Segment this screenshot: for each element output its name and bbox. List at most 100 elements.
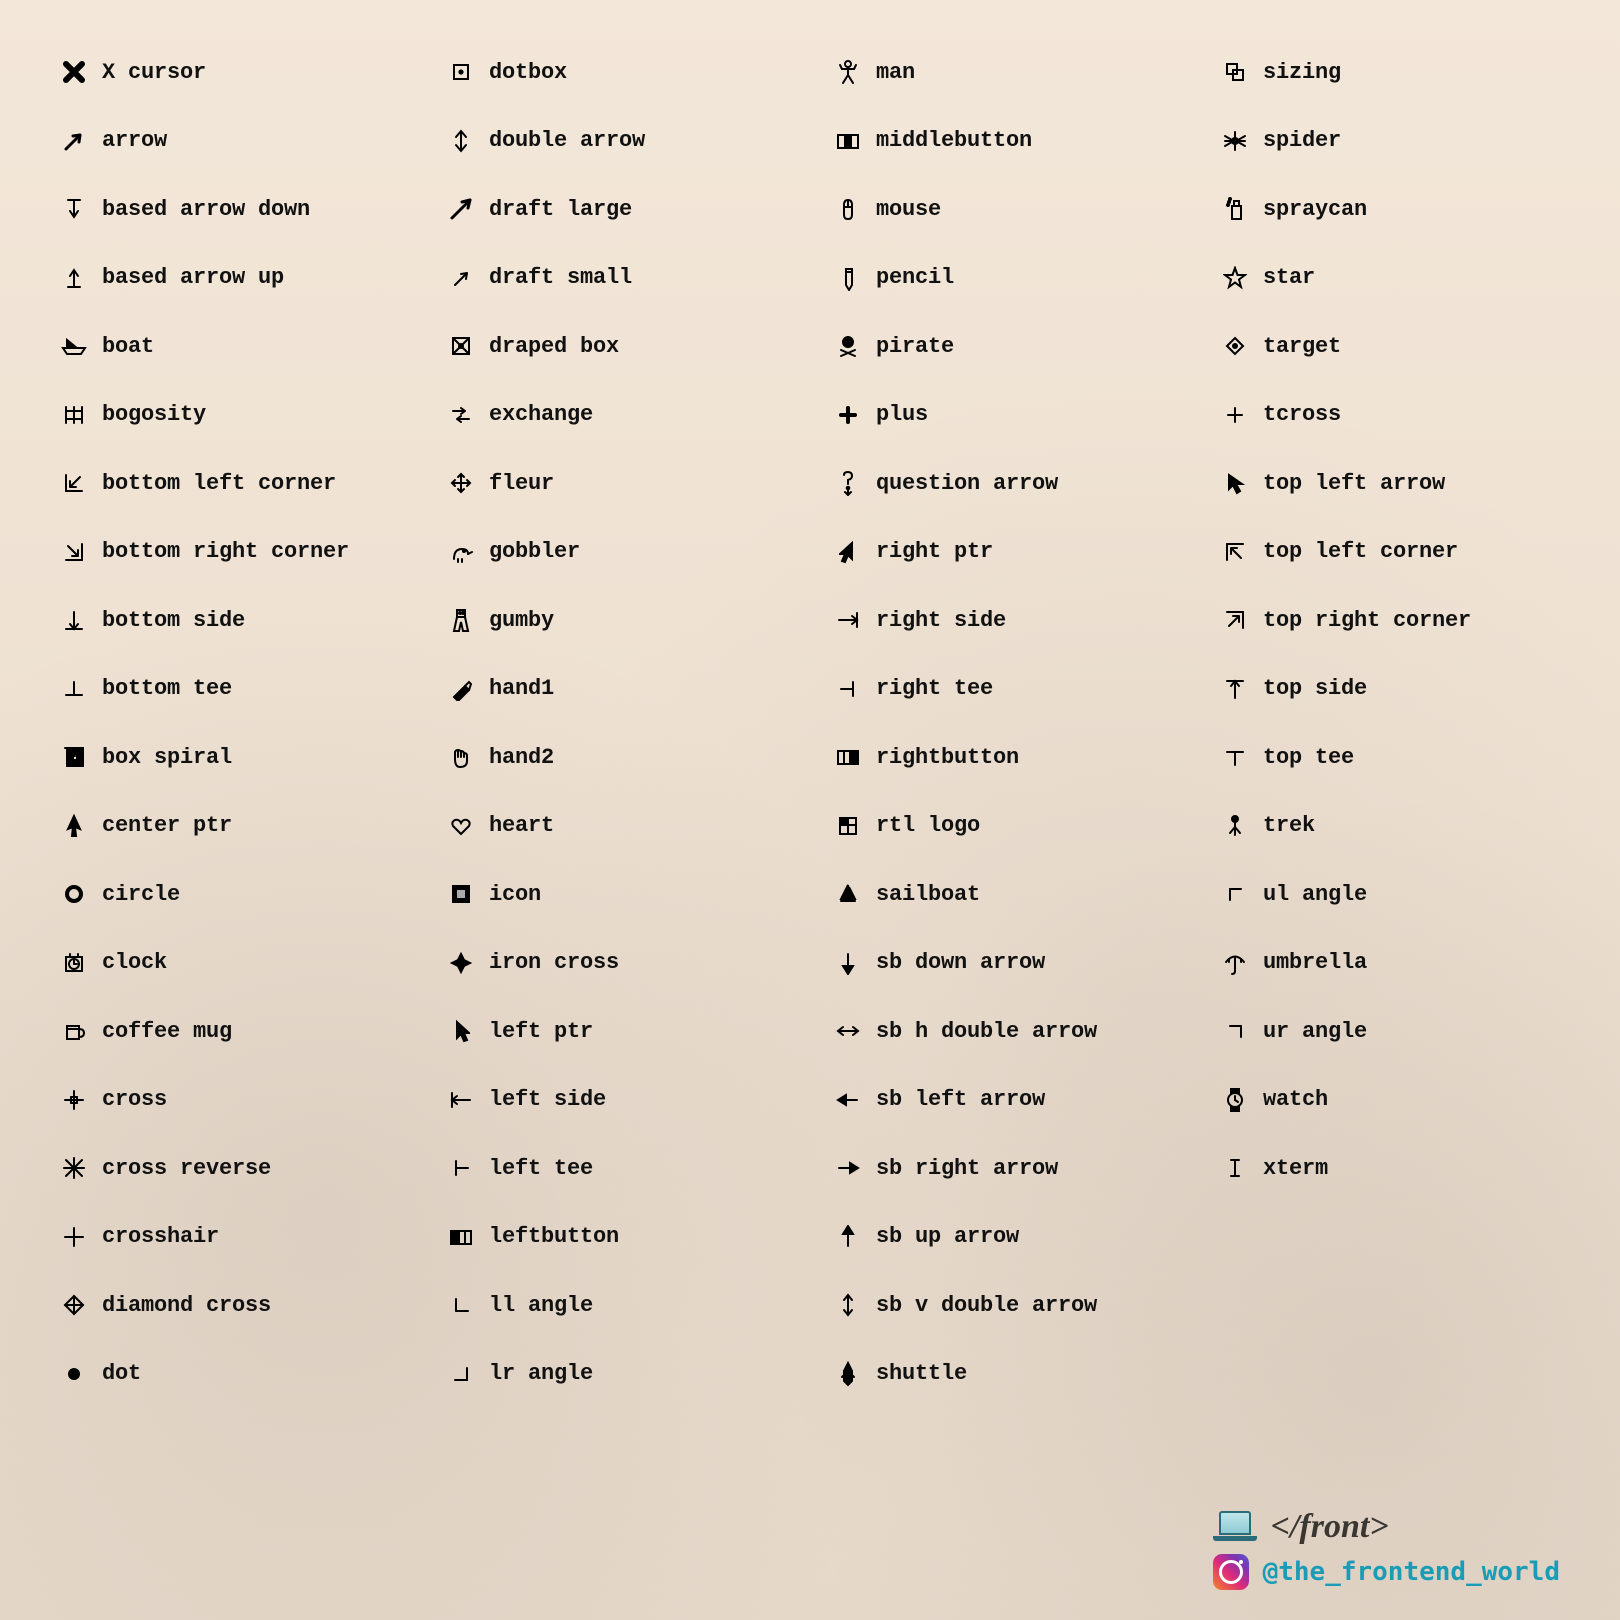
- cursor-label: bottom tee: [102, 676, 232, 701]
- cursor-label: boat: [102, 334, 154, 359]
- diamond-cross-icon: [46, 1293, 102, 1317]
- cursor-row-crosshair: crosshair: [46, 1203, 419, 1272]
- hand1-icon: [433, 677, 489, 701]
- sb-down-arrow-icon: [820, 951, 876, 975]
- lr-angle-icon: [433, 1364, 489, 1384]
- cursor-row-umbrella: umbrella: [1207, 929, 1580, 998]
- cursor-label: bottom right corner: [102, 539, 349, 564]
- cursor-label: man: [876, 60, 915, 85]
- based-arrow-down-icon: [46, 197, 102, 221]
- rtl-logo-icon: [820, 815, 876, 837]
- cursor-label: clock: [102, 950, 167, 975]
- cursor-label: star: [1263, 265, 1315, 290]
- cursor-label: sb left arrow: [876, 1087, 1045, 1112]
- cursor-row-target: target: [1207, 312, 1580, 381]
- cursor-label: spider: [1263, 128, 1341, 153]
- x-cursor-icon: [46, 60, 102, 84]
- right-ptr-icon: [820, 540, 876, 564]
- cursor-row-clock: clock: [46, 929, 419, 998]
- cursor-label: exchange: [489, 402, 593, 427]
- cursor-row-draft-small: draft small: [433, 244, 806, 313]
- cursor-label: top side: [1263, 676, 1367, 701]
- cursor-row-star: star: [1207, 244, 1580, 313]
- cursor-row-bogosity: bogosity: [46, 381, 419, 450]
- cursor-row-sb-up-arrow: sb up arrow: [820, 1203, 1193, 1272]
- gumby-icon: [433, 607, 489, 633]
- cursor-label: iron cross: [489, 950, 619, 975]
- column-4: sizingspiderspraycanstartargettcrosstop …: [1207, 38, 1580, 1408]
- target-icon: [1207, 335, 1263, 357]
- cursor-label: bogosity: [102, 402, 206, 427]
- handle-text: @the_frontend_world: [1263, 1557, 1560, 1587]
- cursor-label: hand1: [489, 676, 554, 701]
- shuttle-icon: [820, 1361, 876, 1387]
- bottom-right-corner-icon: [46, 540, 102, 564]
- cursor-label: right side: [876, 608, 1006, 633]
- cursor-row-box-spiral: box spiral: [46, 723, 419, 792]
- cursor-reference-grid: X cursorarrowbased arrow downbased arrow…: [0, 0, 1620, 1548]
- cursor-label: rtl logo: [876, 813, 980, 838]
- cursor-row-cross: cross: [46, 1066, 419, 1135]
- cursor-label: ur angle: [1263, 1019, 1367, 1044]
- cursor-label: draped box: [489, 334, 619, 359]
- cursor-row-trek: trek: [1207, 792, 1580, 861]
- cursor-label: rightbutton: [876, 745, 1019, 770]
- right-side-icon: [820, 610, 876, 630]
- cursor-label: top left corner: [1263, 539, 1458, 564]
- cursor-label: diamond cross: [102, 1293, 271, 1318]
- arrow-icon: [46, 129, 102, 153]
- cursor-row-boat: boat: [46, 312, 419, 381]
- leftbutton-icon: [433, 1227, 489, 1247]
- cursor-label: center ptr: [102, 813, 232, 838]
- plus-icon: [820, 405, 876, 425]
- cursor-row-mouse: mouse: [820, 175, 1193, 244]
- cursor-row-exchange: exchange: [433, 381, 806, 450]
- cursor-row-top-right-corner: top right corner: [1207, 586, 1580, 655]
- bottom-side-icon: [46, 608, 102, 632]
- cursor-label: plus: [876, 402, 928, 427]
- cursor-label: coffee mug: [102, 1019, 232, 1044]
- cursor-label: crosshair: [102, 1224, 219, 1249]
- pirate-icon: [820, 334, 876, 358]
- cursor-row-spraycan: spraycan: [1207, 175, 1580, 244]
- cursor-row-pencil: pencil: [820, 244, 1193, 313]
- ur-angle-icon: [1207, 1021, 1263, 1041]
- cursor-row-diamond-cross: diamond cross: [46, 1271, 419, 1340]
- cursor-row-gumby: gumby: [433, 586, 806, 655]
- cursor-label: based arrow up: [102, 265, 284, 290]
- tcross-icon: [1207, 405, 1263, 425]
- cursor-label: pencil: [876, 265, 954, 290]
- xterm-icon: [1207, 1156, 1263, 1180]
- cursor-row-gobbler: gobbler: [433, 518, 806, 587]
- cursor-label: target: [1263, 334, 1341, 359]
- cursor-row-man: man: [820, 38, 1193, 107]
- cursor-row-top-left-corner: top left corner: [1207, 518, 1580, 587]
- cursor-row-hand2: hand2: [433, 723, 806, 792]
- left-ptr-icon: [433, 1019, 489, 1043]
- cursor-label: middlebutton: [876, 128, 1032, 153]
- watch-icon: [1207, 1087, 1263, 1113]
- ll-angle-icon: [433, 1295, 489, 1315]
- cursor-row-right-side: right side: [820, 586, 1193, 655]
- cursor-row-hand1: hand1: [433, 655, 806, 724]
- cursor-label: sizing: [1263, 60, 1341, 85]
- umbrella-icon: [1207, 951, 1263, 975]
- cursor-label: sb right arrow: [876, 1156, 1058, 1181]
- cursor-row-icon: icon: [433, 860, 806, 929]
- cursor-row-cross-reverse: cross reverse: [46, 1134, 419, 1203]
- cursor-label: icon: [489, 882, 541, 907]
- cursor-label: question arrow: [876, 471, 1058, 496]
- sb-h-double-arrow-icon: [820, 1023, 876, 1039]
- cursor-row-right-tee: right tee: [820, 655, 1193, 724]
- cursor-label: sb down arrow: [876, 950, 1045, 975]
- instagram-icon: [1213, 1554, 1249, 1590]
- coffee-mug-icon: [46, 1019, 102, 1043]
- cursor-row-ur-angle: ur angle: [1207, 997, 1580, 1066]
- cursor-label: top left arrow: [1263, 471, 1445, 496]
- cursor-row-lr-angle: lr angle: [433, 1340, 806, 1409]
- cursor-label: double arrow: [489, 128, 645, 153]
- exchange-icon: [433, 405, 489, 425]
- cursor-label: xterm: [1263, 1156, 1328, 1181]
- cursor-row-center-ptr: center ptr: [46, 792, 419, 861]
- cursor-label: ll angle: [489, 1293, 593, 1318]
